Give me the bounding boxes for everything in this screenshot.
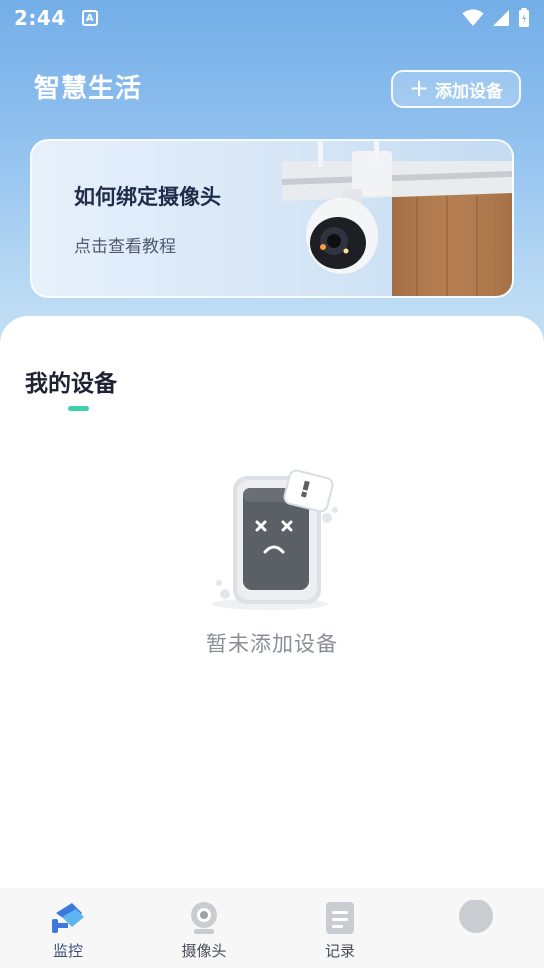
- signal-icon: [493, 10, 509, 26]
- webcam-icon: [186, 900, 222, 936]
- empty-device-illustration: [212, 469, 338, 610]
- nav-item-records[interactable]: 记录: [272, 888, 408, 968]
- status-icons: [462, 8, 530, 28]
- banner-subtitle: 点击查看教程: [74, 237, 176, 257]
- wifi-icon: [462, 9, 484, 26]
- tutorial-banner[interactable]: 如何绑定摄像头 点击查看教程: [30, 139, 514, 298]
- section-title: 我的设备: [25, 371, 117, 397]
- battery-icon: [519, 8, 529, 27]
- section-underline: [68, 406, 89, 411]
- monitor-camera-icon: [50, 900, 86, 936]
- add-device-label: 添加设备: [435, 81, 504, 102]
- plus-icon: +: [408, 74, 430, 102]
- bottom-nav: 监控 摄像头 记录: [0, 888, 544, 968]
- devices-card: 我的设备 暂未添加设备: [0, 316, 544, 896]
- nav-label-camera: 摄像头: [181, 942, 227, 960]
- nav-item-profile[interactable]: [408, 888, 544, 968]
- banner-title: 如何绑定摄像头: [74, 185, 221, 209]
- notification-badge-icon: A: [81, 10, 98, 26]
- profile-avatar-icon: [458, 900, 494, 936]
- status-bar: 2:44 A: [0, 0, 544, 36]
- nav-label-monitor: 监控: [52, 942, 83, 960]
- add-device-button[interactable]: + 添加设备: [391, 70, 521, 108]
- nav-item-camera[interactable]: 摄像头: [136, 888, 272, 968]
- nav-item-monitor[interactable]: 监控: [0, 888, 136, 968]
- nav-label-records: 记录: [324, 942, 355, 960]
- document-icon: [322, 900, 358, 936]
- security-camera-illustration: [282, 141, 512, 296]
- empty-state-text: 暂未添加设备: [206, 632, 338, 656]
- page-title: 智慧生活: [34, 74, 143, 104]
- status-time: 2:44: [14, 6, 66, 30]
